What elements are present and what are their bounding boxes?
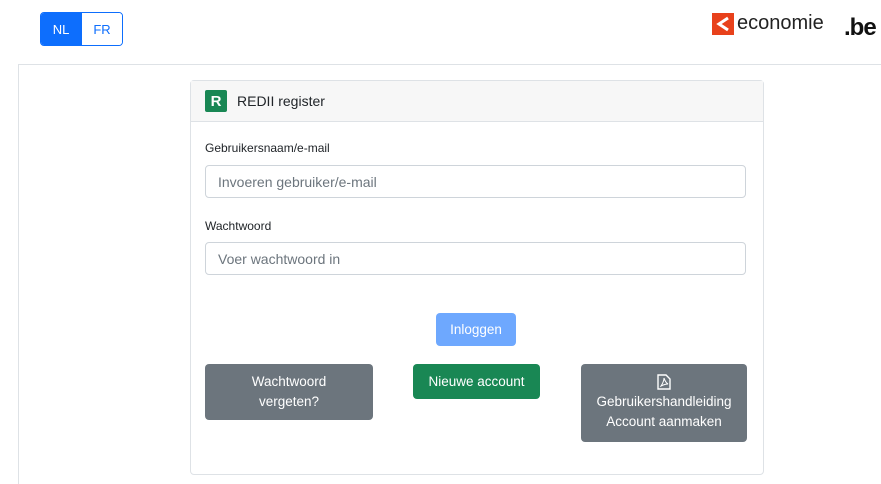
page-frame-border: [18, 0, 19, 484]
language-switcher: NL FR: [40, 12, 123, 46]
user-manual-line2: Account aanmaken: [606, 414, 722, 429]
economie-logo-icon: [712, 12, 734, 35]
card-title: REDII register: [237, 93, 325, 109]
lang-fr-button[interactable]: FR: [81, 13, 122, 45]
login-button[interactable]: Inloggen: [436, 313, 516, 346]
password-input[interactable]: Voer wachtwoord in: [205, 242, 746, 275]
user-manual-button[interactable]: Gebruikershandleiding Account aanmaken: [581, 364, 747, 442]
forgot-password-button[interactable]: Wachtwoord vergeten?: [205, 364, 373, 420]
username-label: Gebruikersnaam/e-mail: [205, 141, 330, 155]
username-input[interactable]: Invoeren gebruiker/e-mail: [205, 165, 746, 198]
economie-logo-text: economie: [737, 12, 824, 34]
lang-nl-button[interactable]: NL: [41, 13, 81, 45]
economie-logo[interactable]: economie: [712, 12, 824, 35]
forgot-password-line1: Wachtwoord: [251, 374, 327, 389]
login-card: R REDII register Gebruikersnaam/e-mail I…: [190, 80, 764, 475]
card-header: R REDII register: [191, 81, 763, 122]
be-logo[interactable]: .be: [844, 14, 877, 42]
user-manual-line1: Gebruikershandleiding: [596, 394, 732, 409]
password-label: Wachtwoord: [205, 219, 272, 233]
pdf-icon: [657, 374, 671, 390]
forgot-password-line2: vergeten?: [258, 394, 320, 409]
new-account-button[interactable]: Nieuwe account: [413, 364, 540, 399]
register-badge: R: [205, 90, 227, 112]
